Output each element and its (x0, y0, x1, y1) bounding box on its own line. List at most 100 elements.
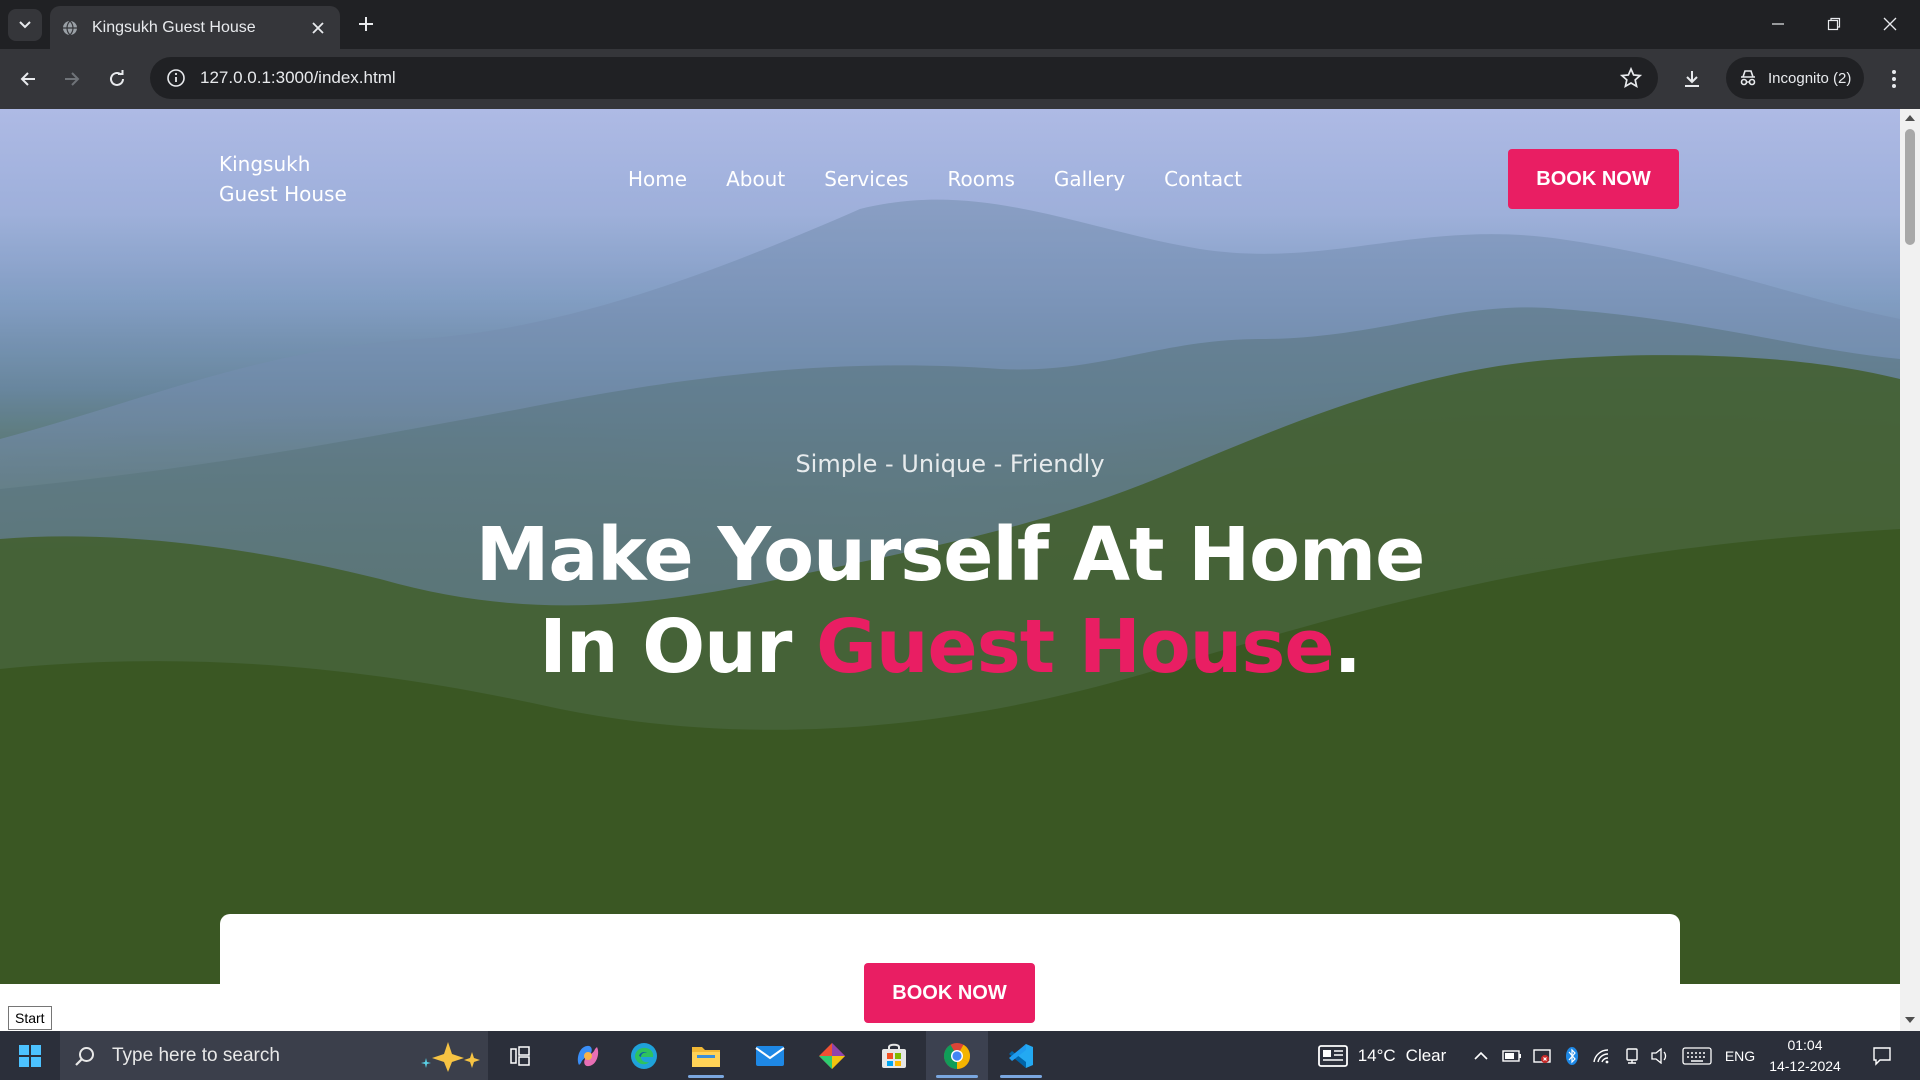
back-button[interactable] (12, 63, 44, 95)
touch-keyboard-icon[interactable] (1680, 1031, 1714, 1080)
language-label: ENG (1724, 1047, 1756, 1064)
weather-widget[interactable]: 14°C Clear (1312, 1031, 1452, 1080)
nav-link-rooms[interactable]: Rooms (948, 167, 1015, 191)
weather-description: Clear (1405, 1045, 1447, 1065)
headline-accent: Guest House (816, 604, 1334, 690)
volume-icon[interactable] (1648, 1031, 1672, 1080)
site-navbar: Kingsukh Guest House Home About Services… (0, 109, 1900, 249)
download-icon (1685, 71, 1699, 87)
nav-link-home[interactable]: Home (628, 167, 687, 191)
taskbar-store-app[interactable] (864, 1031, 924, 1080)
security-icon[interactable] (1530, 1031, 1554, 1080)
headline-suffix: . (1333, 604, 1362, 690)
headline-line-2: In Our Guest House. (0, 601, 1900, 693)
close-window-button[interactable] (1870, 8, 1910, 40)
news-widget-icon (1317, 1044, 1348, 1067)
copilot-sparkle-icon (421, 1041, 480, 1072)
search-placeholder: Type here to search (112, 1044, 280, 1066)
running-app-indicator (688, 1075, 724, 1078)
taskbar-clock[interactable]: 01:04 14-12-2024 (1766, 1035, 1844, 1077)
site-logo[interactable]: Kingsukh Guest House (219, 149, 347, 209)
weather-temperature: 14°C (1357, 1045, 1396, 1065)
folder-icon (692, 1046, 720, 1067)
hero-tagline: Simple - Unique - Friendly (795, 450, 1105, 478)
new-tab-button[interactable] (354, 12, 378, 36)
brand-line-2: Guest House (219, 182, 347, 206)
tab-title: Kingsukh Guest House (92, 18, 256, 36)
address-bar[interactable]: 127.0.0.1:3000/index.html (150, 57, 1658, 99)
task-view-icon (510, 1045, 530, 1066)
book-now-button[interactable]: BOOK NOW (1508, 149, 1679, 209)
browser-tab-bar: Kingsukh Guest House (0, 0, 1920, 49)
taskbar-edge-app[interactable] (616, 1031, 672, 1080)
scroll-up-arrow-icon[interactable] (1905, 113, 1915, 123)
taskbar-search-box[interactable]: Type here to search (60, 1031, 488, 1080)
taskbar-copilot-app[interactable] (560, 1031, 616, 1080)
notifications-button[interactable] (1864, 1031, 1900, 1080)
page-scrollbar[interactable] (1900, 109, 1920, 1031)
bookmark-star-icon[interactable] (1620, 67, 1642, 89)
bluetooth-icon[interactable] (1562, 1031, 1582, 1080)
input-language-indicator[interactable]: ENG (1722, 1031, 1758, 1080)
copilot-icon (577, 1045, 599, 1066)
hero-section: Kingsukh Guest House Home About Services… (0, 109, 1900, 984)
taskbar-file-explorer-app[interactable] (676, 1031, 736, 1080)
nav-link-contact[interactable]: Contact (1164, 167, 1242, 191)
store-icon (882, 1043, 906, 1068)
close-tab-icon[interactable] (308, 18, 328, 38)
running-app-indicator (1000, 1075, 1042, 1078)
mail-icon (755, 1045, 785, 1066)
globe-icon (62, 20, 78, 36)
running-app-indicator (936, 1075, 978, 1078)
chrome-menu-button[interactable] (1878, 63, 1910, 95)
browser-tab[interactable]: Kingsukh Guest House (50, 6, 340, 49)
nav-link-gallery[interactable]: Gallery (1054, 167, 1125, 191)
search-icon (75, 1046, 94, 1066)
minimize-button[interactable] (1758, 8, 1798, 40)
headline-prefix: In Our (539, 604, 817, 690)
nav-link-services[interactable]: Services (824, 167, 908, 191)
task-view-button[interactable] (500, 1031, 540, 1080)
device-icon[interactable] (1620, 1031, 1644, 1080)
downloads-button[interactable] (1676, 63, 1708, 95)
card-book-now-button[interactable]: BOOK NOW (864, 963, 1035, 1023)
chevron-up-icon (1474, 1051, 1488, 1060)
start-button[interactable] (0, 1031, 60, 1080)
restore-icon (1827, 17, 1841, 31)
booking-card: BOOK NOW (220, 914, 1680, 1031)
vscode-icon (1009, 1043, 1033, 1068)
plus-icon (359, 17, 373, 31)
chevron-down-icon (19, 21, 31, 29)
clock-time: 01:04 (1787, 1037, 1823, 1053)
scrollbar-thumb[interactable] (1905, 129, 1915, 245)
headline-line-1: Make Yourself At Home (475, 512, 1426, 598)
forward-button[interactable] (56, 63, 88, 95)
arrow-left-icon (20, 72, 35, 86)
reload-button[interactable] (101, 63, 133, 95)
show-hidden-icons-button[interactable] (1470, 1031, 1492, 1080)
site-info-icon[interactable] (166, 68, 186, 88)
restore-button[interactable] (1814, 8, 1854, 40)
wifi-icon[interactable] (1590, 1031, 1614, 1080)
page-viewport: Kingsukh Guest House Home About Services… (0, 109, 1900, 1031)
taskbar-chrome-app[interactable] (926, 1031, 988, 1080)
clock-date: 14-12-2024 (1769, 1058, 1841, 1074)
battery-icon[interactable] (1500, 1031, 1524, 1080)
incognito-indicator[interactable]: Incognito (2) (1726, 57, 1864, 99)
notification-icon (1873, 1046, 1891, 1066)
taskbar-git-app[interactable] (802, 1031, 862, 1080)
nav-menu: Home About Services Rooms Gallery Contac… (628, 167, 1281, 191)
arrow-right-icon (65, 72, 80, 86)
windows-taskbar: Type here to search 14°C Clear ENG 01:04… (0, 1031, 1920, 1080)
url-text[interactable]: 127.0.0.1:3000/index.html (200, 68, 1620, 88)
chrome-icon (943, 1042, 971, 1069)
close-icon (1883, 17, 1897, 31)
incognito-icon (1738, 68, 1758, 88)
git-client-icon (819, 1042, 845, 1069)
taskbar-mail-app[interactable] (740, 1031, 800, 1080)
more-vertical-icon (1892, 70, 1896, 88)
scroll-down-arrow-icon[interactable] (1905, 1015, 1915, 1025)
tab-search-button[interactable] (8, 9, 42, 41)
nav-link-about[interactable]: About (726, 167, 785, 191)
taskbar-vscode-app[interactable] (990, 1031, 1050, 1080)
